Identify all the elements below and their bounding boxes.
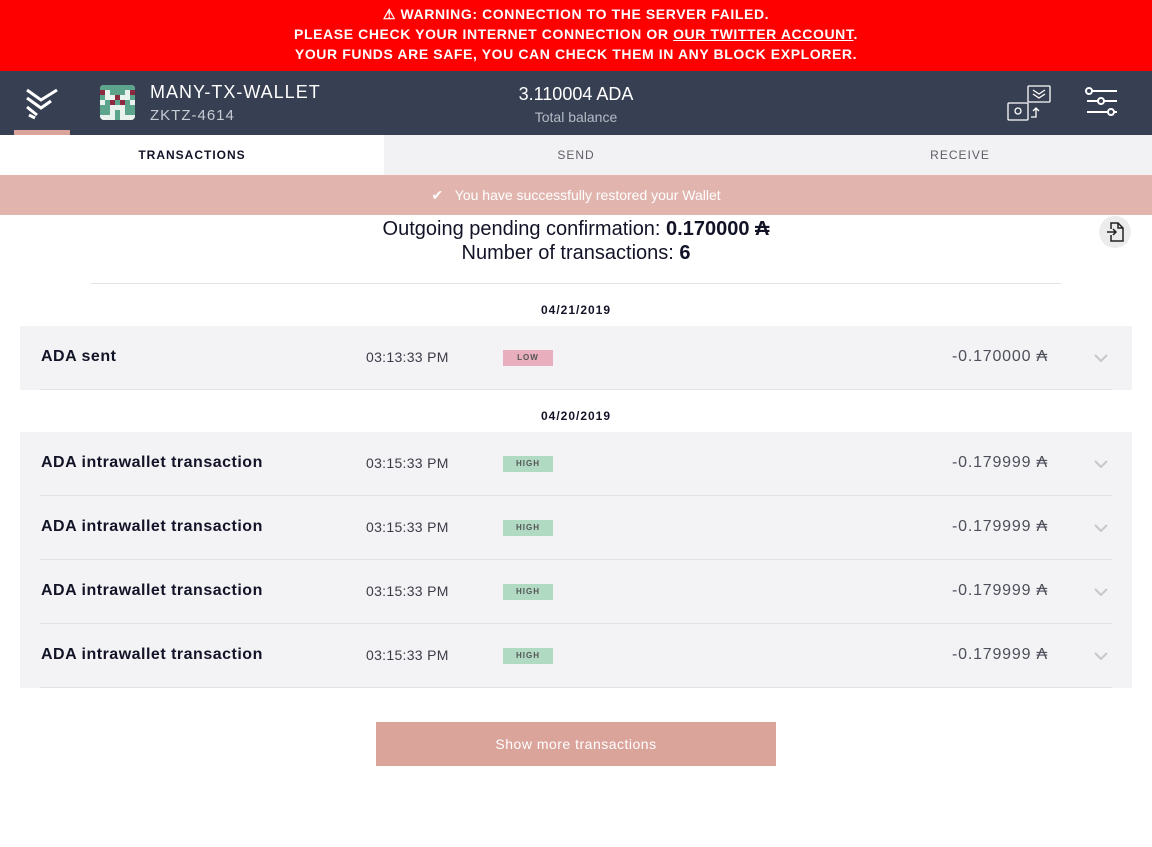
date-header: 04/20/2019 [540, 409, 612, 423]
checkmark-icon: ✔ [431, 187, 444, 203]
total-balance: 3.110004 ADA [518, 84, 634, 104]
assurance-badge: LOW [503, 350, 553, 366]
transaction-time: 03:15:33 PM [366, 519, 449, 535]
transaction-time: 03:15:33 PM [366, 583, 449, 599]
show-more-transactions-button[interactable]: Show more transactions [376, 722, 776, 766]
pending-value: 0.170000 ₳ [666, 218, 770, 240]
warning-line: PLEASE CHECK YOUR INTERNET CONNECTION OR [294, 26, 674, 42]
wallet-tabs: TRANSACTIONS SEND RECEIVE [0, 135, 1152, 175]
chevron-down-icon[interactable] [1094, 648, 1108, 666]
chevron-down-icon[interactable] [1094, 350, 1108, 368]
transaction-list: 04/21/2019 ADA sent 03:13:33 PM LOW -0.1… [0, 284, 1152, 688]
date-header: 04/21/2019 [540, 303, 612, 317]
export-transactions-button[interactable] [1099, 216, 1131, 248]
transaction-row[interactable]: ADA intrawallet transaction 03:15:33 PM … [40, 624, 1112, 688]
count-value: 6 [679, 242, 691, 264]
assurance-badge: HIGH [503, 584, 553, 600]
transaction-group: ADA intrawallet transaction 03:15:33 PM … [20, 432, 1132, 688]
transaction-amount: -0.179999 ₳ [952, 518, 1048, 535]
total-balance-label: Total balance [534, 109, 618, 125]
assurance-badge: HIGH [503, 520, 553, 536]
transaction-title: ADA intrawallet transaction [41, 582, 263, 599]
transaction-title: ADA intrawallet transaction [41, 646, 263, 663]
warning-line: YOUR FUNDS ARE SAFE, YOU CAN CHECK THEM … [294, 46, 858, 62]
transaction-amount: -0.179999 ₳ [952, 454, 1048, 471]
chevron-down-icon[interactable] [1094, 520, 1108, 538]
tab-transactions[interactable]: TRANSACTIONS [0, 135, 384, 175]
wallet-switch-icon[interactable] [1006, 83, 1052, 128]
transaction-amount: -0.179999 ₳ [952, 582, 1048, 599]
transaction-amount: -0.170000 ₳ [952, 348, 1048, 365]
pending-label: Outgoing pending confirmation: [382, 218, 667, 240]
chevron-down-icon[interactable] [1094, 456, 1108, 474]
warning-line: WARNING: CONNECTION TO THE SERVER FAILED… [400, 6, 770, 22]
notice-text: You have successfully restored your Wall… [454, 187, 721, 203]
connection-warning-banner: ⚠ WARNING: CONNECTION TO THE SERVER FAIL… [0, 0, 1152, 71]
transaction-amount: -0.179999 ₳ [952, 646, 1048, 663]
warning-punct: . [853, 26, 858, 42]
warning-triangle-icon: ⚠ [382, 6, 396, 22]
twitter-link[interactable]: OUR TWITTER ACCOUNT [673, 26, 853, 42]
transaction-group: ADA sent 03:13:33 PM LOW -0.170000 ₳ [20, 326, 1132, 390]
settings-sliders-icon[interactable] [1085, 87, 1119, 122]
transaction-title: ADA intrawallet transaction [41, 454, 263, 471]
transactions-summary: Outgoing pending confirmation: 0.170000 … [0, 215, 1152, 265]
assurance-badge: HIGH [503, 648, 553, 664]
transaction-row[interactable]: ADA intrawallet transaction 03:15:33 PM … [40, 560, 1112, 624]
transaction-time: 03:15:33 PM [366, 455, 449, 471]
transaction-row[interactable]: ADA intrawallet transaction 03:15:33 PM … [40, 496, 1112, 560]
restore-success-notice: ✔ You have successfully restored your Wa… [0, 175, 1152, 215]
transaction-title: ADA sent [41, 348, 117, 365]
transaction-row[interactable]: ADA intrawallet transaction 03:15:33 PM … [40, 432, 1112, 496]
count-label: Number of transactions: [461, 242, 680, 264]
chevron-down-icon[interactable] [1094, 584, 1108, 602]
transaction-row[interactable]: ADA sent 03:13:33 PM LOW -0.170000 ₳ [40, 326, 1112, 390]
top-bar: MANY-TX-WALLET ZKTZ-4614 3.110004 ADA To… [0, 71, 1152, 135]
transaction-time: 03:13:33 PM [366, 349, 449, 365]
assurance-badge: HIGH [503, 456, 553, 472]
transaction-title: ADA intrawallet transaction [41, 518, 263, 535]
export-file-icon [1107, 222, 1124, 242]
tab-receive[interactable]: RECEIVE [768, 135, 1152, 175]
transaction-time: 03:15:33 PM [366, 647, 449, 663]
tab-send[interactable]: SEND [384, 135, 768, 175]
